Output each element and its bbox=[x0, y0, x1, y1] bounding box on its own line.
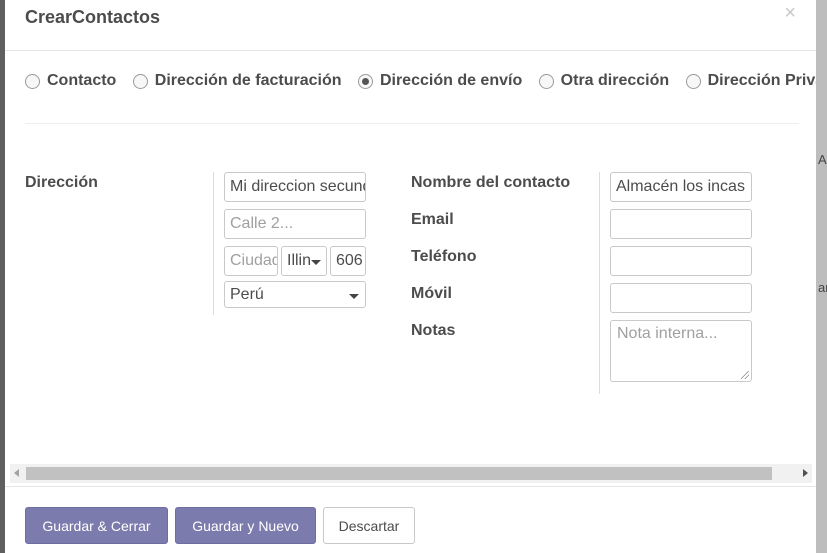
notes-placeholder: Nota interna... bbox=[617, 325, 718, 342]
discard-button[interactable]: Descartar bbox=[323, 507, 415, 544]
background-text-fragment: A bbox=[818, 152, 827, 167]
radio-direccion-privada[interactable]: Dirección Privada bbox=[685, 72, 816, 90]
save-new-button[interactable]: Guardar y Nuevo bbox=[175, 507, 316, 544]
radio-label: Dirección de envío bbox=[379, 72, 523, 89]
background-text-fragment: an bbox=[818, 280, 827, 295]
chevron-down-icon bbox=[311, 260, 321, 265]
country-select[interactable]: Perú bbox=[224, 281, 366, 308]
phone-field[interactable] bbox=[610, 246, 752, 276]
horizontal-scrollbar[interactable] bbox=[10, 464, 812, 483]
radio-button[interactable] bbox=[685, 73, 701, 89]
divider bbox=[25, 123, 799, 124]
radio-contacto[interactable]: Contacto bbox=[25, 72, 116, 90]
mobile-field[interactable] bbox=[610, 283, 752, 313]
close-icon[interactable]: × bbox=[784, 2, 796, 25]
email-label: Email bbox=[411, 211, 454, 228]
create-contact-dialog: CrearContactos × Contacto Dirección de f… bbox=[5, 0, 816, 553]
scroll-right-icon[interactable] bbox=[803, 469, 808, 477]
dialog-footer: Guardar & Cerrar Guardar y Nuevo Descart… bbox=[5, 486, 816, 553]
background-page bbox=[816, 0, 827, 553]
radio-label: Dirección de facturación bbox=[154, 72, 342, 89]
phone-label: Teléfono bbox=[411, 248, 477, 265]
radio-otra-direccion[interactable]: Otra dirección bbox=[538, 72, 670, 90]
radio-button[interactable] bbox=[25, 73, 40, 89]
scrollbar-thumb[interactable] bbox=[26, 467, 772, 480]
column-divider bbox=[213, 172, 214, 315]
dialog-header: CrearContactos × bbox=[5, 0, 816, 51]
street2-input[interactable]: Calle 2... bbox=[224, 209, 366, 239]
radio-label: Dirección Privada bbox=[707, 72, 816, 89]
notes-textarea[interactable]: Nota interna... bbox=[610, 320, 752, 382]
radio-button[interactable] bbox=[132, 73, 148, 89]
radio-label: Contacto bbox=[47, 72, 117, 89]
address-label: Dirección bbox=[25, 174, 98, 191]
zip-input[interactable]: 606 bbox=[330, 246, 366, 276]
street-input[interactable]: Mi direccion secundaria bbox=[224, 172, 366, 202]
contact-name-label: Nombre del contacto bbox=[411, 174, 571, 191]
address-type-radio-group: Contacto Dirección de facturación Direcc… bbox=[25, 72, 816, 94]
mobile-label: Móvil bbox=[411, 285, 452, 302]
radio-direccion-envio[interactable]: Dirección de envío bbox=[357, 72, 523, 90]
city-input[interactable]: Ciudad bbox=[224, 246, 278, 276]
state-select[interactable]: Illinois bbox=[281, 246, 327, 276]
column-divider bbox=[599, 172, 600, 394]
save-close-button[interactable]: Guardar & Cerrar bbox=[25, 507, 168, 544]
resize-handle-icon[interactable] bbox=[741, 371, 749, 379]
country-value: Perú bbox=[230, 285, 264, 303]
radio-label: Otra dirección bbox=[560, 72, 670, 89]
radio-button-selected[interactable] bbox=[357, 73, 373, 89]
dialog-title: CrearContactos bbox=[25, 7, 161, 27]
chevron-down-icon bbox=[349, 294, 359, 299]
scroll-left-icon[interactable] bbox=[14, 469, 19, 477]
contact-name-input[interactable]: Almacén los incas bbox=[610, 172, 752, 202]
email-field[interactable] bbox=[610, 209, 752, 239]
radio-direccion-facturacion[interactable]: Dirección de facturación bbox=[132, 72, 342, 90]
radio-button[interactable] bbox=[538, 73, 554, 89]
state-value: Illinois bbox=[287, 252, 311, 269]
notes-label: Notas bbox=[411, 322, 456, 339]
